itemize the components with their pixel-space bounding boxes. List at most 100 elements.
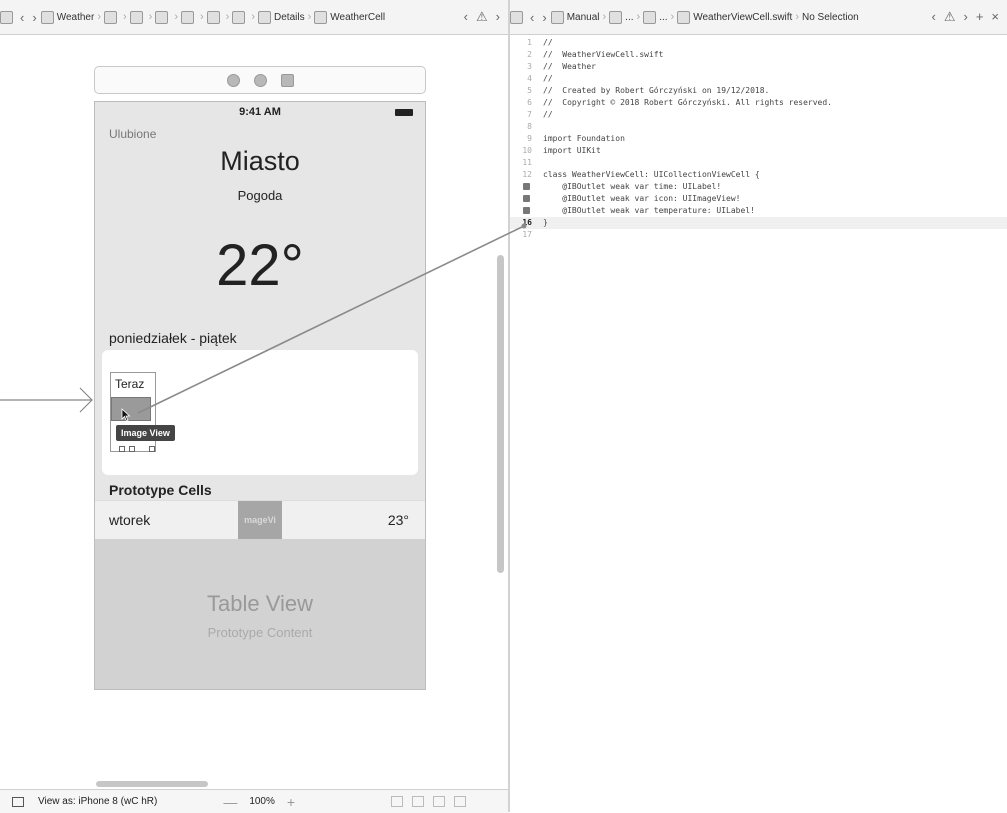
code-line[interactable]: 11 (510, 157, 1007, 169)
left-jumpbar-nav-button[interactable]: ‹ (460, 9, 472, 24)
right-jumpbar-item[interactable]: › (538, 10, 550, 25)
zoom-out-button[interactable]: — (211, 794, 249, 810)
first-responder-icon[interactable] (253, 73, 267, 87)
collection-view[interactable]: Teraz 2 (102, 350, 418, 475)
back-icon[interactable]: ‹ (16, 10, 28, 25)
code-line[interactable]: 3 // Weather (510, 61, 1007, 73)
canvas-bottom-bar: View as: iPhone 8 (wC hR) — 100% + (0, 789, 508, 813)
left-jumpbar-item[interactable]: Details › (258, 10, 314, 24)
resolve-constraints-icon[interactable] (454, 796, 467, 807)
forward-icon[interactable]: › (538, 10, 550, 25)
right-jumpbar-nav-button[interactable]: × (987, 9, 1003, 24)
left-jumpbar-item[interactable]: › (129, 10, 156, 24)
code-line[interactable]: @IBOutlet weak var temperature: UILabel! (510, 205, 1007, 217)
left-jumpbar-item[interactable]: ‹ (16, 10, 28, 25)
right-jumpbar-item[interactable]: ... › (609, 10, 643, 24)
left-jumpbar-item[interactable]: › (232, 10, 258, 24)
right-jumpbar-item[interactable]: No Selection (802, 12, 859, 23)
resize-handle[interactable] (149, 446, 155, 452)
left-jumpbar-item[interactable]: › (103, 10, 130, 24)
left-jumpbar-item-label: Details (274, 11, 305, 23)
left-jumpbar-item[interactable] (0, 10, 16, 24)
pin-icon[interactable] (433, 796, 446, 807)
prototype-day-label[interactable]: wtorek (109, 512, 150, 528)
code-line[interactable]: 1 // (510, 37, 1007, 49)
days-label[interactable]: poniedziałek - piątek (109, 330, 237, 346)
battery-icon (395, 109, 413, 116)
right-jumpbar-item[interactable] (510, 10, 526, 24)
back-icon[interactable]: ‹ (526, 10, 538, 25)
left-jumpbar-item[interactable]: › (181, 10, 207, 24)
path-separator: › (602, 11, 607, 23)
right-jumpbar-item[interactable]: WeatherViewCell.swift › (677, 10, 802, 24)
right-jumpbar-item-label: ... (659, 11, 668, 23)
line-text: } (543, 218, 548, 227)
align-icon[interactable] (412, 796, 425, 807)
left-jumpbar-nav-button[interactable]: › (492, 9, 504, 24)
prototype-image-view[interactable]: mageVi (238, 501, 282, 539)
line-text: import UIKit (543, 146, 601, 155)
cell-time-label[interactable]: Teraz (115, 377, 144, 391)
code-line[interactable]: 9 import Foundation (510, 133, 1007, 145)
code-line[interactable]: 10 import UIKit (510, 145, 1007, 157)
resize-handle[interactable] (129, 446, 135, 452)
favorites-label[interactable]: Ulubione (109, 127, 156, 141)
right-jumpbar-item[interactable]: Manual › (550, 10, 609, 24)
left-jumpbar-item[interactable]: Weather › (40, 10, 104, 24)
view-as-device-button[interactable]: View as: iPhone 8 (wC hR) (38, 796, 157, 807)
line-text: // Copyright © 2018 Robert Górczyński. A… (543, 98, 832, 107)
resize-handle[interactable] (119, 446, 125, 452)
city-label[interactable]: Miasto (95, 146, 425, 177)
outlet-connection-icon[interactable] (523, 207, 530, 214)
left-jumpbar-item[interactable]: › (28, 10, 40, 25)
vertical-scrollbar[interactable] (497, 255, 504, 573)
path-separator: › (97, 11, 101, 23)
interface-builder-canvas[interactable]: 9:41 AM Ulubione Miasto Pogoda 22° ponie… (0, 35, 508, 777)
exit-icon[interactable] (280, 73, 294, 87)
toggle-outline-icon[interactable] (12, 796, 24, 807)
line-text: // (543, 38, 553, 47)
temperature-label[interactable]: 22° (95, 232, 425, 299)
iphone-scene[interactable]: 9:41 AM Ulubione Miasto Pogoda 22° ponie… (94, 101, 426, 690)
code-line[interactable]: 7 // (510, 109, 1007, 121)
line-number: 5 (527, 86, 532, 95)
right-jumpbar-item[interactable]: ... › (643, 10, 677, 24)
path-separator: › (251, 11, 256, 23)
outlet-connection-icon[interactable] (523, 183, 530, 190)
code-line[interactable]: 6 // Copyright © 2018 Robert Górczyński. … (510, 97, 1007, 109)
embed-in-stack-icon[interactable] (391, 796, 404, 807)
code-line[interactable]: @IBOutlet weak var time: UILabel! (510, 181, 1007, 193)
left-jumpbar-item[interactable]: › (155, 10, 181, 24)
left-jumpbar-item[interactable]: › (206, 10, 233, 24)
code-line[interactable]: 16} (510, 217, 1007, 229)
right-jumpbar-nav-button[interactable]: + (972, 9, 988, 24)
left-jumpbar-nav-button[interactable]: ⚠ (472, 9, 492, 24)
code-line[interactable]: 12 class WeatherViewCell: UICollectionVie… (510, 169, 1007, 181)
code-line[interactable]: @IBOutlet weak var icon: UIImageView! (510, 193, 1007, 205)
right-jumpbar-nav-button[interactable]: ⚠ (940, 9, 960, 24)
table-view-placeholder[interactable]: Table View Prototype Content (95, 539, 425, 689)
code-line[interactable]: 4 // (510, 73, 1007, 85)
weather-label[interactable]: Pogoda (95, 188, 425, 203)
right-jumpbar-nav-button[interactable]: › (959, 9, 971, 24)
line-text: import Foundation (543, 134, 625, 143)
right-jumpbar-nav-button[interactable]: ‹ (927, 9, 939, 24)
code-line[interactable]: 17 (510, 229, 1007, 241)
code-line[interactable]: 8 (510, 121, 1007, 133)
scene-icon (181, 10, 194, 24)
right-jump-bar: ‹ › Manual ›... ›... › WeatherViewCell.swift › N… (510, 0, 1007, 35)
prototype-temp-label[interactable]: 23° (388, 512, 409, 528)
zoom-in-button[interactable]: + (275, 794, 307, 810)
code-line[interactable]: 5 // Created by Robert Górczyński on 19/1… (510, 85, 1007, 97)
forward-icon[interactable]: › (28, 10, 40, 25)
code-editor[interactable]: 1 // 2 // WeatherViewCell.swift 3 // Weather 4… (510, 35, 1007, 812)
outlet-connection-icon[interactable] (523, 195, 530, 202)
right-jumpbar-item[interactable]: ‹ (526, 10, 538, 25)
horizontal-scrollbar[interactable] (96, 781, 208, 787)
code-line[interactable]: 2 // WeatherViewCell.swift (510, 49, 1007, 61)
scene-dock[interactable] (94, 66, 426, 94)
cell-image-view[interactable] (111, 397, 151, 421)
view-controller-icon[interactable] (226, 73, 240, 87)
prototype-table-cell[interactable]: wtorek mageVi 23° (95, 500, 425, 540)
left-jumpbar-item[interactable]: WeatherCell (314, 10, 385, 24)
